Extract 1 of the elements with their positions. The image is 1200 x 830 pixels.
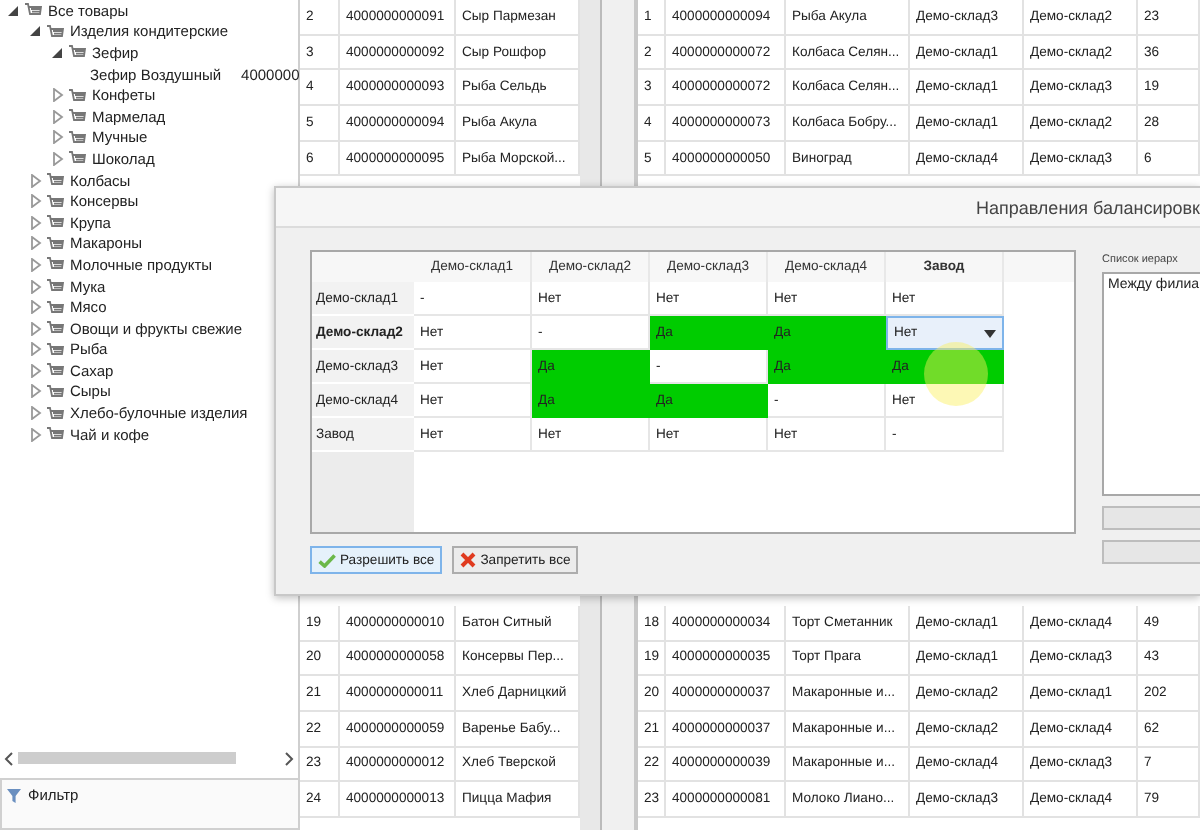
- dialog-title: Направления балансировк: [975, 197, 1200, 217]
